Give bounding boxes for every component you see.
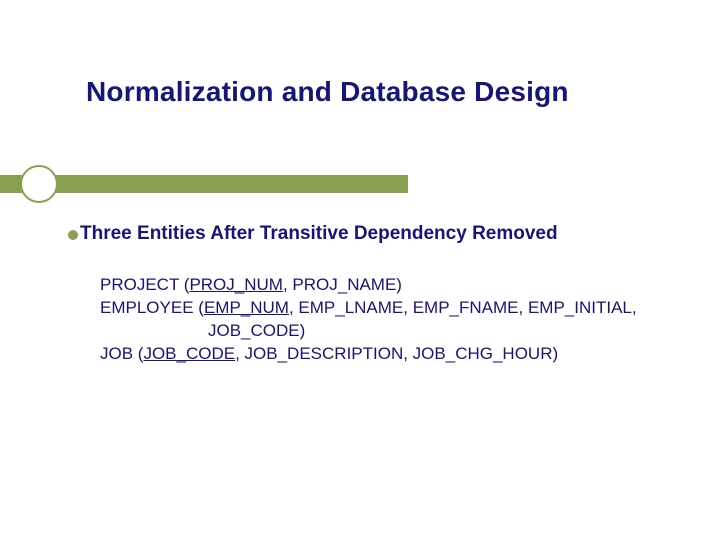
bullet-item: Three Entities After Transitive Dependen… [68, 223, 680, 245]
entities-block: PROJECT (PROJ_NUM, PROJ_NAME) EMPLOYEE (… [100, 274, 660, 366]
entity-name: EMPLOYEE [100, 298, 194, 317]
bullet-dot-icon [68, 230, 78, 240]
slide: Normalization and Database Design Three … [0, 0, 720, 540]
accent-circle [20, 165, 58, 203]
entity-employee-cont: JOB_CODE) [100, 320, 660, 343]
accent-bar [0, 175, 408, 193]
entity-employee: EMPLOYEE (EMP_NUM, EMP_LNAME, EMP_FNAME,… [100, 297, 660, 320]
entity-attrs: , PROJ_NAME) [283, 275, 402, 294]
primary-key: EMP_NUM [204, 298, 289, 317]
slide-title: Normalization and Database Design [86, 76, 680, 108]
entity-name: JOB [100, 344, 133, 363]
bullet-text: Three Entities After Transitive Dependen… [80, 223, 558, 245]
entity-attrs: , JOB_DESCRIPTION, JOB_CHG_HOUR) [235, 344, 558, 363]
entity-attrs: , EMP_LNAME, EMP_FNAME, EMP_INITIAL, [289, 298, 637, 317]
entity-project: PROJECT (PROJ_NUM, PROJ_NAME) [100, 274, 660, 297]
primary-key: JOB_CODE [143, 344, 235, 363]
entity-job: JOB (JOB_CODE, JOB_DESCRIPTION, JOB_CHG_… [100, 343, 660, 366]
entity-name: PROJECT [100, 275, 179, 294]
primary-key: PROJ_NUM [189, 275, 283, 294]
